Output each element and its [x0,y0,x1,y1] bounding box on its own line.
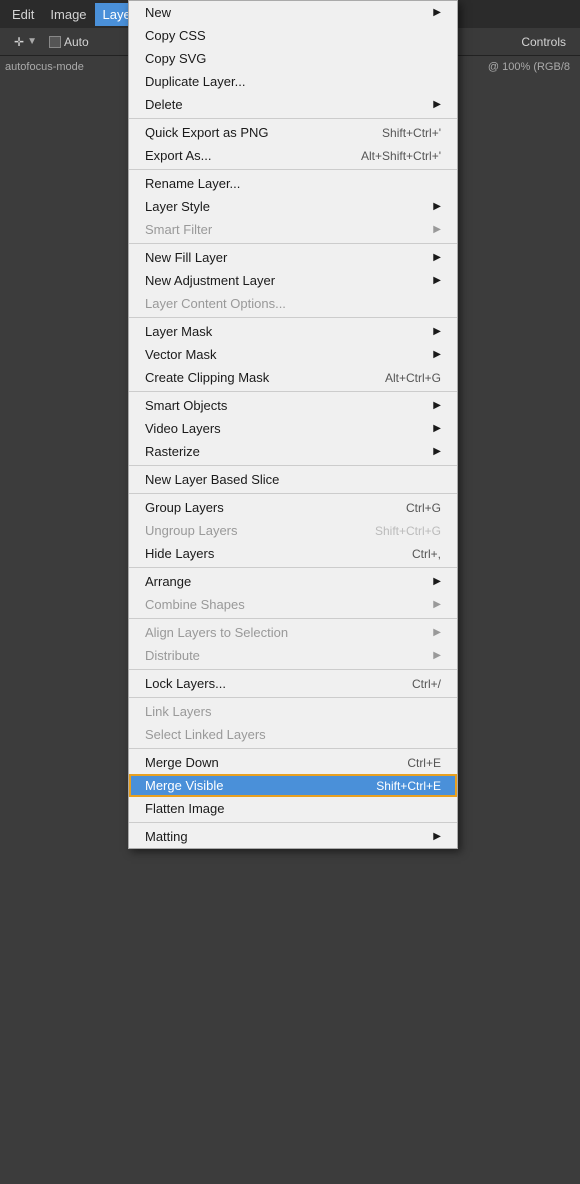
submenu-arrow: ▶ [433,7,441,18]
menu-item-quick-export[interactable]: Quick Export as PNG Shift+Ctrl+' [129,121,457,144]
menu-item-rename-layer[interactable]: Rename Layer... [129,172,457,195]
menu-item-new[interactable]: New ▶ [129,1,457,24]
submenu-arrow: ▶ [433,349,441,360]
move-tool: ✛ ▼ [8,33,43,51]
menu-item-vector-mask[interactable]: Vector Mask ▶ [129,343,457,366]
menu-item-smart-filter: Smart Filter ▶ [129,218,457,241]
menu-item-layer-style[interactable]: Layer Style ▶ [129,195,457,218]
submenu-arrow: ▶ [433,326,441,337]
separator [129,748,457,749]
auto-check-icon [49,36,61,48]
submenu-arrow: ▶ [433,576,441,587]
separator [129,697,457,698]
controls-label: Controls [515,33,572,51]
separator [129,317,457,318]
menu-item-delete[interactable]: Delete ▶ [129,93,457,116]
submenu-arrow: ▶ [433,224,441,235]
submenu-arrow: ▶ [433,831,441,842]
auto-label: Auto [64,35,89,49]
separator [129,567,457,568]
submenu-arrow: ▶ [433,423,441,434]
zoom-label: @ 100% (RGB/8 [488,61,570,73]
separator [129,118,457,119]
separator [129,391,457,392]
menu-item-export-as[interactable]: Export As... Alt+Shift+Ctrl+' [129,144,457,167]
menu-item-combine-shapes: Combine Shapes ▶ [129,593,457,616]
menubar-image[interactable]: Image [42,3,94,26]
menu-item-video-layers[interactable]: Video Layers ▶ [129,417,457,440]
menu-item-hide-layers[interactable]: Hide Layers Ctrl+, [129,542,457,565]
menu-item-merge-down[interactable]: Merge Down Ctrl+E [129,751,457,774]
layer-menu: New ▶ Copy CSS Copy SVG Duplicate Layer.… [128,0,458,849]
move-icon: ✛ [14,35,24,49]
menu-item-matting[interactable]: Matting ▶ [129,825,457,848]
menu-item-new-fill-layer[interactable]: New Fill Layer ▶ [129,246,457,269]
menu-item-flatten-image[interactable]: Flatten Image [129,797,457,820]
submenu-arrow: ▶ [433,446,441,457]
menubar-edit[interactable]: Edit [4,3,42,26]
menu-item-rasterize[interactable]: Rasterize ▶ [129,440,457,463]
submenu-arrow: ▶ [433,650,441,661]
auto-checkbox[interactable]: Auto [43,33,95,51]
submenu-arrow: ▶ [433,400,441,411]
separator [129,822,457,823]
move-arrow: ▼ [27,36,37,47]
menu-item-distribute: Distribute ▶ [129,644,457,667]
submenu-arrow: ▶ [433,599,441,610]
separator [129,243,457,244]
canvas-label: autofocus-mode [5,61,84,73]
submenu-arrow: ▶ [433,201,441,212]
separator [129,618,457,619]
menu-item-link-layers: Link Layers [129,700,457,723]
submenu-arrow: ▶ [433,252,441,263]
menu-item-arrange[interactable]: Arrange ▶ [129,570,457,593]
menu-item-align-layers: Align Layers to Selection ▶ [129,621,457,644]
menu-item-group-layers[interactable]: Group Layers Ctrl+G [129,496,457,519]
separator [129,493,457,494]
menu-item-layer-content-options: Layer Content Options... [129,292,457,315]
submenu-arrow: ▶ [433,275,441,286]
submenu-arrow: ▶ [433,99,441,110]
menu-item-new-layer-based-slice[interactable]: New Layer Based Slice [129,468,457,491]
separator [129,465,457,466]
menu-item-merge-visible[interactable]: Merge Visible Shift+Ctrl+E [129,774,457,797]
menu-item-layer-mask[interactable]: Layer Mask ▶ [129,320,457,343]
menu-item-new-adjustment-layer[interactable]: New Adjustment Layer ▶ [129,269,457,292]
menu-item-copy-css[interactable]: Copy CSS [129,24,457,47]
separator [129,169,457,170]
menu-item-duplicate-layer[interactable]: Duplicate Layer... [129,70,457,93]
submenu-arrow: ▶ [433,627,441,638]
menu-item-create-clipping-mask[interactable]: Create Clipping Mask Alt+Ctrl+G [129,366,457,389]
menu-item-select-linked-layers: Select Linked Layers [129,723,457,746]
menu-item-smart-objects[interactable]: Smart Objects ▶ [129,394,457,417]
menu-item-lock-layers[interactable]: Lock Layers... Ctrl+/ [129,672,457,695]
menu-item-copy-svg[interactable]: Copy SVG [129,47,457,70]
menu-item-ungroup-layers: Ungroup Layers Shift+Ctrl+G [129,519,457,542]
separator [129,669,457,670]
